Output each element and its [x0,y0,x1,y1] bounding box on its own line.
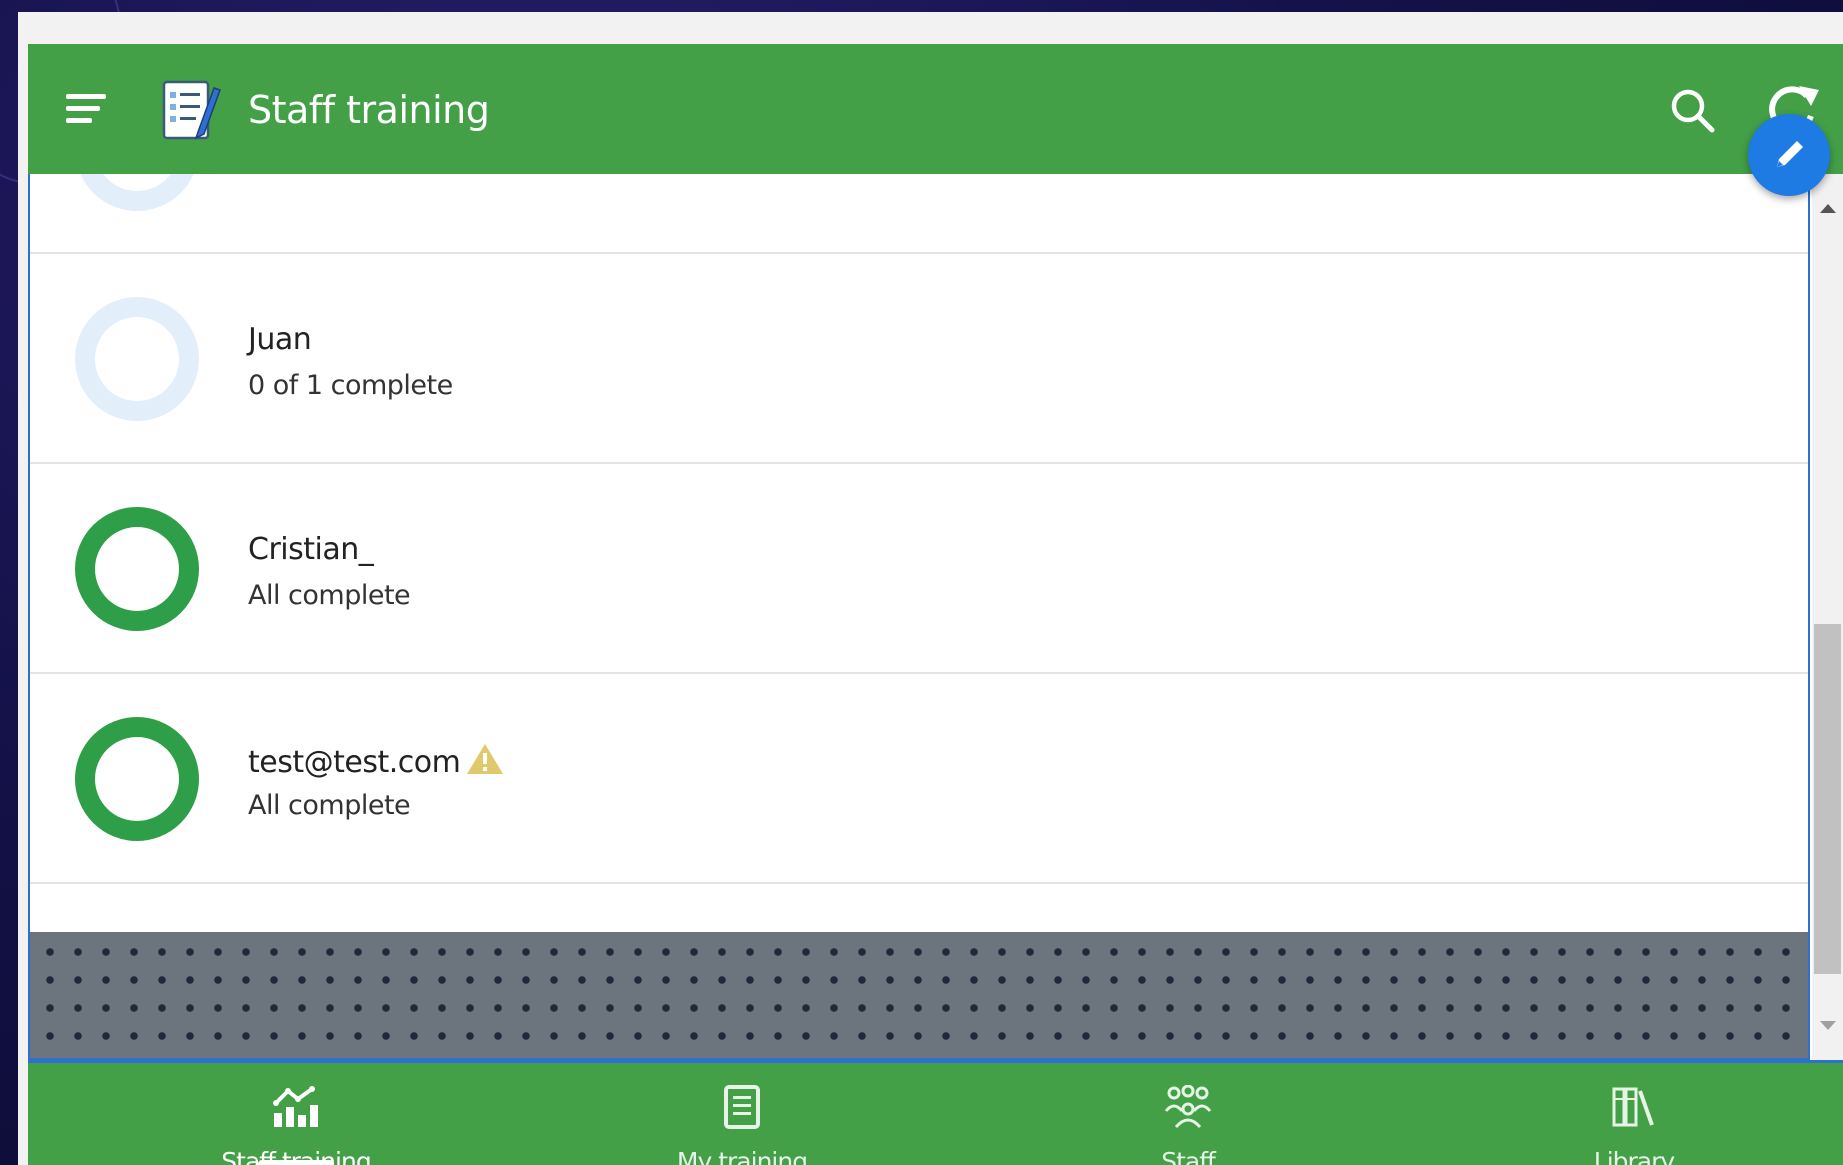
pencil-icon [1777,141,1803,167]
completion-status: 0 of 1 complete [248,370,453,401]
staff-name: Cristian_ [248,532,374,567]
scrollbar[interactable] [1812,174,1843,1060]
scrollbar-thumb[interactable] [1814,624,1841,974]
staff-name: Juan [248,322,312,357]
nav-library[interactable]: Library [1411,1063,1843,1165]
scroll-down-arrow[interactable] [1820,1021,1836,1030]
checklist-icon [162,80,221,140]
book-icon [724,1085,760,1129]
list-item-partial[interactable] [30,174,1808,254]
nav-label: My training [676,1147,808,1165]
scroll-up-arrow[interactable] [1820,204,1836,213]
staff-list[interactable]: Juan 0 of 1 complete Cristian_ All compl… [28,174,1810,1060]
nav-my-training[interactable]: My training [519,1063,965,1165]
staff-name-line: test@test.com [248,742,504,780]
nav-label: Library [1593,1147,1675,1165]
active-tab-indicator [258,1160,334,1165]
library-icon [1612,1087,1654,1127]
nav-staff[interactable]: Staff [965,1063,1411,1165]
progress-ring [75,507,199,631]
completion-status: All complete [248,580,411,611]
list-item[interactable]: Juan 0 of 1 complete [30,254,1808,464]
staff-name: test@test.com [248,745,461,780]
nav-label: Staff [1161,1147,1216,1165]
staff-training-app: Staff training Juan 0 of 1 complete Cris… [28,44,1843,1165]
empty-area-pattern [30,932,1808,1058]
nav-staff-training[interactable]: Staff training [73,1063,519,1165]
top-app-bar: Staff training [28,44,1843,174]
people-icon [1164,1085,1212,1129]
chart-icon [273,1086,318,1127]
progress-ring [75,717,199,841]
edit-button[interactable] [1748,114,1830,196]
completion-status: All complete [248,790,411,821]
search-icon[interactable] [1668,86,1718,136]
warning-icon[interactable] [466,742,504,776]
list-item[interactable]: Cristian_ All complete [30,464,1808,674]
progress-ring [80,174,194,211]
progress-ring [75,297,199,421]
page-title: Staff training [248,88,490,132]
menu-button[interactable] [66,92,112,128]
menu-icon [66,94,106,99]
list-item[interactable]: test@test.com All complete [30,674,1808,884]
bottom-navigation: Staff training My training Staff Library [28,1060,1843,1165]
